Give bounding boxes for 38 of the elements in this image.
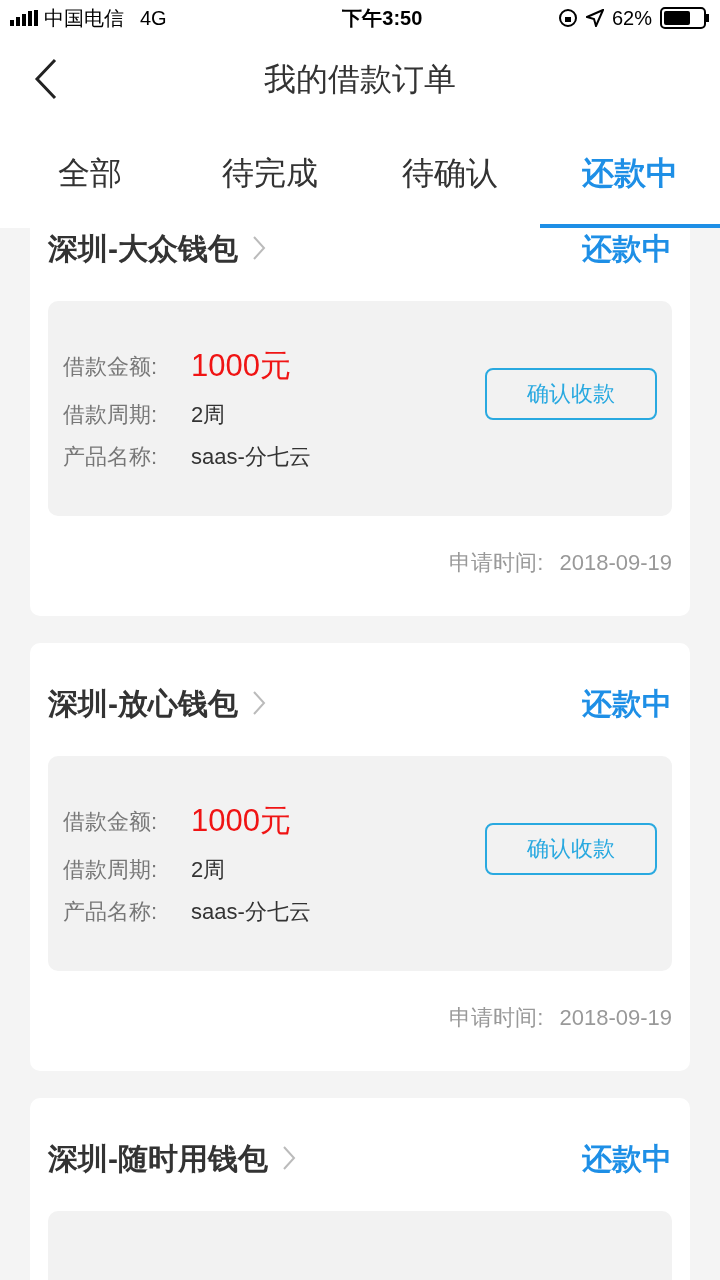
loan-period: 2周 [191,401,226,429]
field-label: 借款金额: [63,808,159,836]
order-status: 还款中 [582,1140,672,1177]
field-label: 借款周期: [63,401,159,429]
chevron-right-icon [252,235,266,261]
carrier-text: 中国电信 [44,6,124,31]
chevron-right-icon [282,1145,296,1171]
battery-percent: 62% [611,6,652,31]
field-label: 借款金额: [63,353,159,381]
loan-amount: 1000元 [191,802,291,841]
order-title[interactable]: 深圳-放心钱包 [48,680,238,726]
field-label: 产品名称: [63,443,159,471]
order-status: 还款中 [582,685,672,722]
page-title: 我的借款订单 [264,60,456,99]
apply-date: 2018-09-19 [559,548,672,577]
chevron-right-icon [252,690,266,716]
network-text: 4G [140,6,167,31]
tab[interactable]: 待完成 [180,122,360,228]
signal-icon [10,10,38,26]
rotation-lock-icon [557,8,578,28]
apply-time-label: 申请时间: [449,1003,544,1032]
battery-icon [660,7,710,29]
order-title[interactable]: 深圳-随时用钱包 [48,1135,268,1181]
field-label: 借款周期: [63,856,159,884]
location-arrow-icon [585,9,604,27]
clock-text: 下午3:50 [342,6,423,31]
tab[interactable]: 全部 [0,122,180,228]
apply-date: 2018-09-19 [559,1003,672,1032]
apply-time-label: 申请时间: [449,548,544,577]
loan-period: 2周 [191,856,226,884]
field-label: 产品名称: [63,898,159,926]
product-name: saas-分七云 [191,898,311,926]
order-status: 还款中 [582,230,672,267]
product-name: saas-分七云 [191,443,311,471]
back-icon[interactable] [34,58,58,100]
tab[interactable]: 待确认 [360,122,540,228]
loan-amount: 1000元 [191,347,291,386]
order-title[interactable]: 深圳-大众钱包 [48,228,238,271]
